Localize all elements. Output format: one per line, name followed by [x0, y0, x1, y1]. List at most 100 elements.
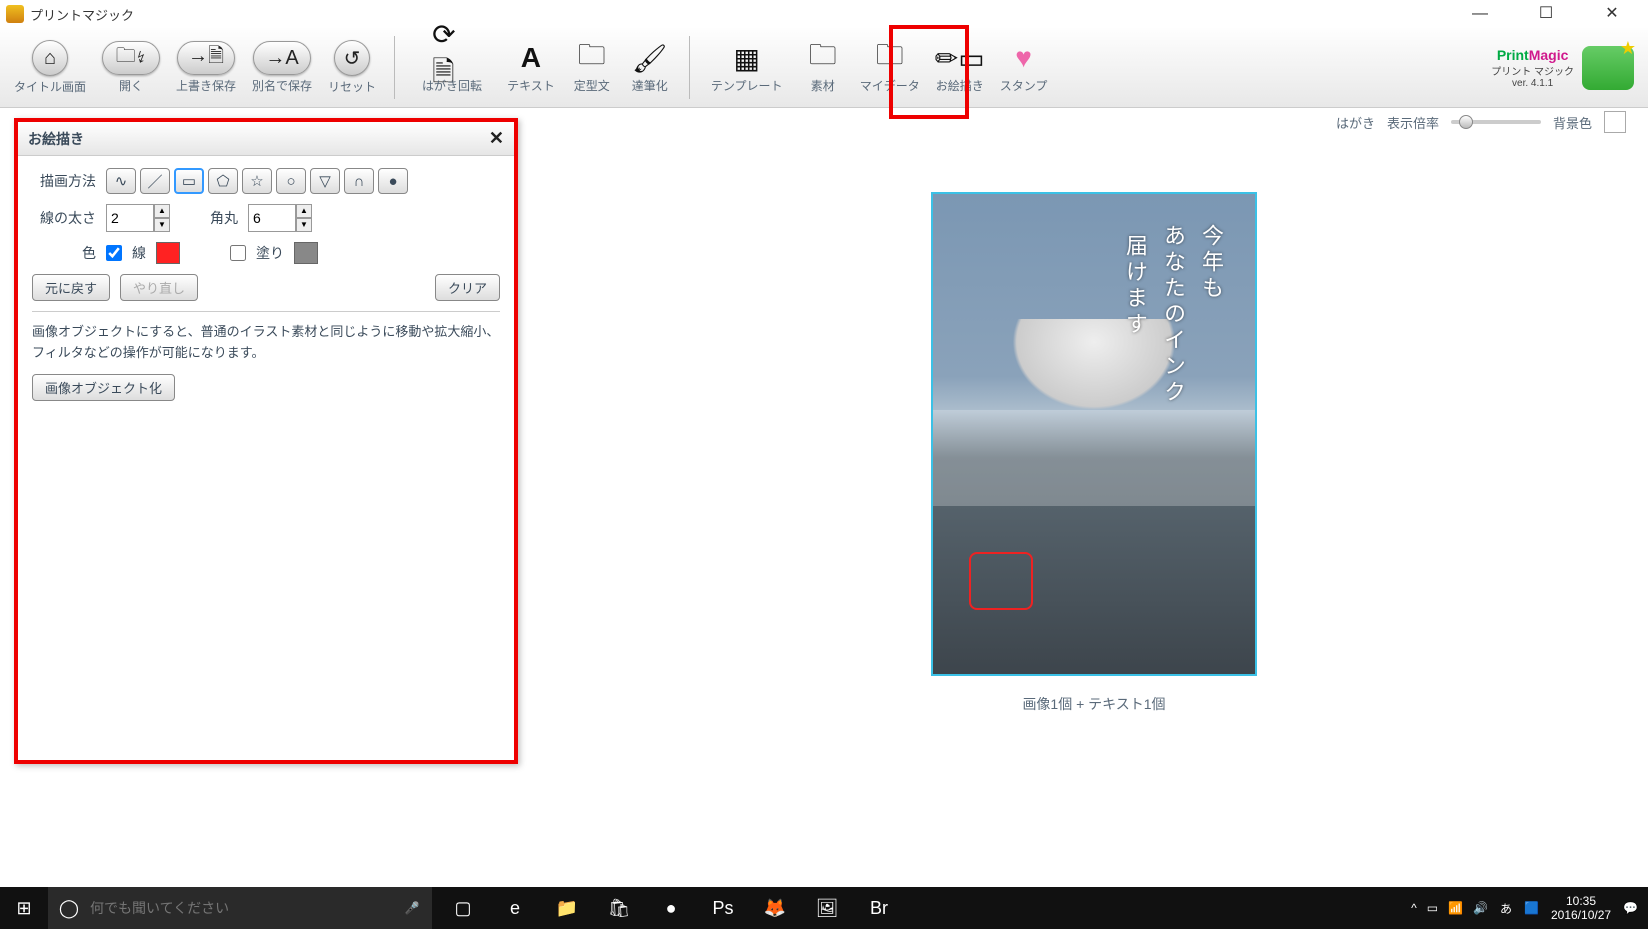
text-icon: A	[521, 42, 541, 74]
bg-color-swatch[interactable]	[1604, 111, 1626, 133]
shape-tool-0[interactable]: ∿	[106, 168, 136, 194]
tray-icon-2[interactable]: 📶	[1448, 901, 1463, 915]
toolbar-separator	[394, 36, 395, 99]
panel-title: お絵描き	[28, 129, 84, 149]
postcard-canvas[interactable]: 今年も あなたのインク 届けます	[931, 192, 1257, 676]
home-icon: ⌂	[32, 40, 68, 76]
search-input[interactable]	[90, 900, 392, 916]
ime-indicator[interactable]: あ	[1500, 900, 1512, 917]
title-bar: プリントマジック — ☐ ✕	[0, 0, 1648, 28]
zoom-slider[interactable]	[1451, 120, 1541, 124]
shape-tool-7[interactable]: ∩	[344, 168, 374, 194]
corner-up[interactable]: ▲	[296, 204, 312, 218]
canvas-status: 画像1個 + テキスト1個	[1022, 694, 1165, 714]
title-screen-button[interactable]: ⌂ タイトル画面	[8, 38, 92, 97]
folder-text-icon: 🗀	[578, 34, 606, 82]
taskbar-app-1[interactable]: e	[490, 887, 540, 929]
redo-button[interactable]: やり直し	[120, 274, 198, 301]
shape-tool-8[interactable]: ●	[378, 168, 408, 194]
taskbar-clock[interactable]: 10:35 2016/10/27	[1551, 894, 1611, 923]
undo-button[interactable]: 元に戻す	[32, 274, 110, 301]
material-button[interactable]: 🗀 素材	[796, 39, 850, 96]
thickness-input[interactable]	[106, 204, 154, 232]
taskbar-app-0[interactable]: ▢	[438, 887, 488, 929]
bg-color-label: 背景色	[1553, 113, 1592, 132]
tray-extra-icon[interactable]: 🟦	[1524, 901, 1539, 915]
taskbar-app-2[interactable]: 📁	[542, 887, 592, 929]
toolbar-label: テンプレート	[711, 77, 783, 94]
taskbar-app-5[interactable]: Ps	[698, 887, 748, 929]
line-label: 線	[132, 243, 146, 263]
fill-color-swatch[interactable]	[294, 242, 318, 264]
maximize-button[interactable]: ☐	[1526, 2, 1566, 26]
clear-button[interactable]: クリア	[435, 274, 500, 301]
overwrite-save-button[interactable]: →🗎 上書き保存	[170, 39, 242, 96]
shape-tool-3[interactable]: ⬠	[208, 168, 238, 194]
taskbar-app-8[interactable]: Br	[854, 887, 904, 929]
color-label: 色	[32, 243, 96, 263]
stamp-button[interactable]: ♥ スタンプ	[994, 39, 1054, 96]
toolbar-label: スタンプ	[1000, 77, 1048, 94]
taskbar-app-7[interactable]: 🖼	[802, 887, 852, 929]
reset-button[interactable]: ↺ リセット	[322, 38, 382, 97]
text-button[interactable]: A テキスト	[501, 39, 561, 96]
save-icon: →🗎	[177, 41, 235, 75]
version-label: ver. 4.1.1	[1491, 78, 1574, 89]
windows-taskbar: ⊞ ◯ 🎤 ▢e📁🛍●Ps🦊🖼Br ^ ▭ 📶 🔊 あ 🟦 10:35 2016/10…	[0, 887, 1648, 929]
postcard-rotate-button[interactable]: ⟳🗎 はがき回転	[407, 39, 497, 96]
shape-tool-6[interactable]: ▽	[310, 168, 340, 194]
divider	[32, 311, 500, 312]
brand-logo: PrintMagic プリント マジック ver. 4.1.1	[1491, 47, 1574, 89]
mic-icon[interactable]: 🎤	[392, 901, 432, 915]
panel-close-icon[interactable]: ✕	[489, 128, 504, 149]
fill-label: 塗り	[256, 243, 284, 263]
app-icon	[6, 5, 24, 23]
toolbar-label: 開く	[119, 77, 143, 94]
save-as-button[interactable]: →A 別名で保存	[246, 39, 318, 96]
fixed-phrase-button[interactable]: 🗀 定型文	[565, 39, 619, 96]
slider-knob[interactable]	[1459, 115, 1473, 129]
toolbar-label: 定型文	[574, 77, 610, 94]
save-as-icon: →A	[253, 41, 311, 75]
corner-input[interactable]	[248, 204, 296, 232]
brush-button[interactable]: 🖌 達筆化	[623, 39, 677, 96]
method-label: 描画方法	[32, 171, 96, 191]
shape-tool-4[interactable]: ☆	[242, 168, 272, 194]
shape-tool-2[interactable]: ▭	[174, 168, 204, 194]
shape-tool-5[interactable]: ○	[276, 168, 306, 194]
folder-open-icon: 🗀↯	[102, 41, 160, 75]
open-button[interactable]: 🗀↯ 開く	[96, 39, 166, 96]
vertical-text-3[interactable]: 届けます	[1119, 234, 1151, 338]
tray-icon-3[interactable]: 🔊	[1473, 901, 1488, 915]
taskbar-app-6[interactable]: 🦊	[750, 887, 800, 929]
minimize-button[interactable]: —	[1460, 2, 1500, 26]
vertical-text-1[interactable]: 今年も	[1195, 224, 1227, 302]
toolbar-label: タイトル画面	[14, 78, 86, 95]
tray-icon-1[interactable]: ▭	[1427, 901, 1438, 915]
main-toolbar: ⌂ タイトル画面 🗀↯ 開く →🗎 上書き保存 →A 別名で保存 ↺ リセット …	[0, 28, 1648, 108]
toolbar-label: テキスト	[507, 77, 555, 94]
toolbar-label: 上書き保存	[176, 77, 236, 94]
taskbar-app-3[interactable]: 🛍	[594, 887, 644, 929]
thickness-up[interactable]: ▲	[154, 204, 170, 218]
line-color-swatch[interactable]	[156, 242, 180, 264]
taskbar-app-4[interactable]: ●	[646, 887, 696, 929]
tray-icon-0[interactable]: ^	[1411, 901, 1417, 915]
canvas-stage: 今年も あなたのインク 届けます 画像1個 + テキスト1個	[540, 138, 1648, 887]
close-button[interactable]: ✕	[1592, 2, 1632, 26]
make-image-object-button[interactable]: 画像オブジェクト化	[32, 374, 175, 401]
shape-tool-1[interactable]: ／	[140, 168, 170, 194]
fill-checkbox[interactable]	[230, 245, 246, 261]
vertical-text-2[interactable]: あなたのインク	[1157, 224, 1189, 406]
cortana-search[interactable]: ◯ 🎤	[48, 887, 432, 929]
start-button[interactable]: ⊞	[0, 887, 48, 929]
line-checkbox[interactable]	[106, 245, 122, 261]
thickness-down[interactable]: ▼	[154, 218, 170, 232]
corner-down[interactable]: ▼	[296, 218, 312, 232]
toolbar-label: 素材	[811, 77, 835, 94]
template-button[interactable]: ▦ テンプレート	[702, 39, 792, 96]
toolbar-label: 別名で保存	[252, 77, 312, 94]
drawn-rectangle[interactable]	[969, 552, 1033, 610]
toolbar-label: はがき回転	[422, 77, 482, 94]
action-center-icon[interactable]: 💬	[1623, 901, 1638, 915]
